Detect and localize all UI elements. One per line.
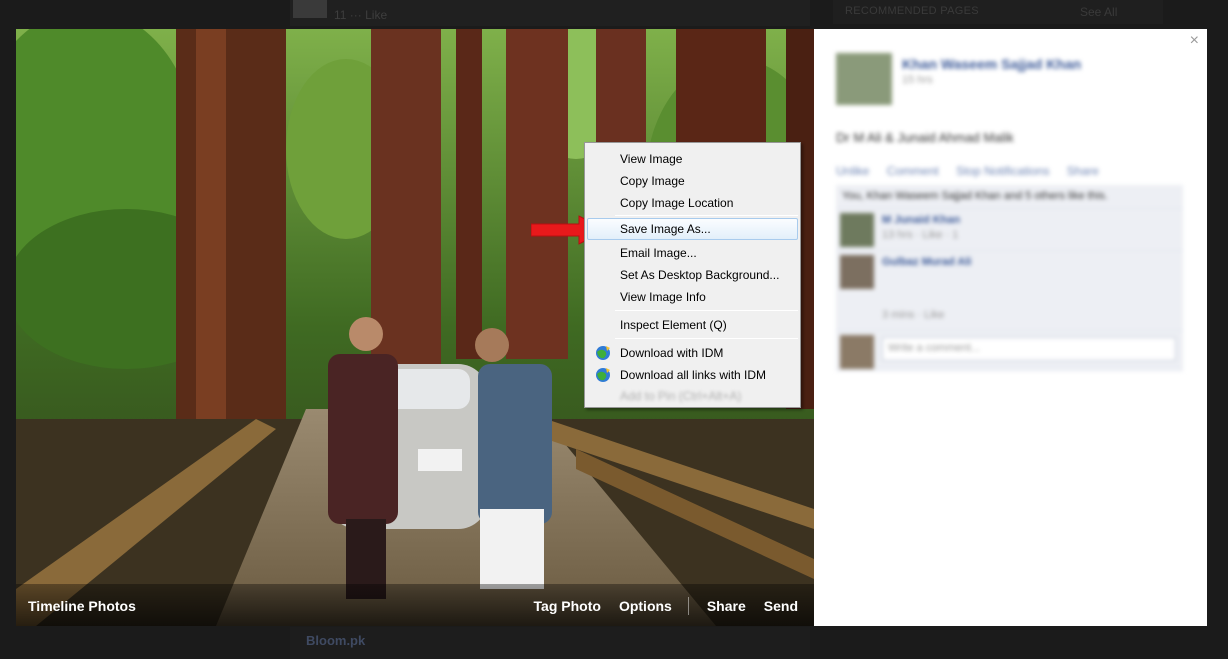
menu-download-all-links-idm[interactable]: Download all links with IDM xyxy=(587,364,798,386)
menu-email-image[interactable]: Email Image... xyxy=(587,242,798,264)
comment-meta: 3 mins · Like xyxy=(882,309,945,321)
options-button[interactable]: Options xyxy=(619,598,672,614)
post-caption: Dr M Ali & Junaid Ahmad Malik xyxy=(836,130,1014,145)
photo-actions: Tag Photo Options Share Send xyxy=(516,597,798,615)
commenter-name[interactable]: Gulbaz Murad Ali xyxy=(882,256,971,268)
poster-avatar[interactable] xyxy=(836,53,892,105)
unlike-link[interactable]: Unlike xyxy=(836,164,869,178)
menu-copy-image-location[interactable]: Copy Image Location xyxy=(587,192,798,214)
background-avatar xyxy=(293,0,327,18)
menu-download-with-idm[interactable]: Download with IDM xyxy=(587,342,798,364)
photo-action-bar: Timeline Photos Tag Photo Options Share … xyxy=(16,584,814,626)
action-divider xyxy=(687,597,689,615)
background-post-title[interactable]: Bloom.pk xyxy=(306,633,365,648)
commenter-avatar[interactable] xyxy=(840,255,874,289)
menu-download-with-idm-label: Download with IDM xyxy=(620,346,724,360)
menu-set-desktop-background[interactable]: Set As Desktop Background... xyxy=(587,264,798,286)
menu-copy-image[interactable]: Copy Image xyxy=(587,170,798,192)
menu-download-all-links-idm-label: Download all links with IDM xyxy=(620,368,767,382)
see-all-link[interactable]: See All xyxy=(1080,5,1117,19)
menu-inspect-element[interactable]: Inspect Element (Q) xyxy=(587,314,798,336)
comment-meta: 13 hrs · Like · 1 xyxy=(882,229,959,241)
background-post-likes: 11 ··· Like xyxy=(334,8,388,22)
close-icon[interactable]: × xyxy=(1190,32,1199,50)
write-comment-row: Write a comment... xyxy=(836,331,1183,371)
commenter-name[interactable]: M Junaid Khan xyxy=(882,214,960,226)
menu-view-image[interactable]: View Image xyxy=(587,148,798,170)
post-time: 15 hrs xyxy=(902,74,933,86)
share-link[interactable]: Share xyxy=(1067,164,1099,178)
share-button[interactable]: Share xyxy=(707,598,746,614)
comments-box: You, Khan Waseem Sajjad Khan and 5 other… xyxy=(836,185,1183,371)
tag-photo-button[interactable]: Tag Photo xyxy=(534,598,601,614)
poster-name[interactable]: Khan Waseem Sajjad Khan xyxy=(902,56,1081,72)
menu-separator xyxy=(615,215,798,216)
menu-save-image-as[interactable]: Save Image As... xyxy=(587,218,798,240)
menu-view-image-info[interactable]: View Image Info xyxy=(587,286,798,308)
recommended-pages-title: RECOMMENDED PAGES xyxy=(845,5,979,17)
comment-item: M Junaid Khan 13 hrs · Like · 1 xyxy=(836,209,1183,251)
idm-globe-icon xyxy=(596,346,610,360)
comment-link[interactable]: Comment xyxy=(887,164,939,178)
context-menu: View Image Copy Image Copy Image Locatio… xyxy=(584,142,801,408)
stop-notifications-link[interactable]: Stop Notifications xyxy=(956,164,1049,178)
my-avatar xyxy=(840,335,874,369)
album-title[interactable]: Timeline Photos xyxy=(28,598,136,614)
post-actions: Unlike Comment Stop Notifications Share xyxy=(836,164,1113,178)
menu-separator xyxy=(615,338,798,339)
likes-summary: You, Khan Waseem Sajjad Khan and 5 other… xyxy=(836,185,1183,209)
menu-blurred-item[interactable]: Add to Pin (Ctrl+Alt+A) xyxy=(620,389,741,403)
idm-globe-icon xyxy=(596,368,610,382)
background-bottom-post xyxy=(290,627,810,659)
send-button[interactable]: Send xyxy=(764,598,798,614)
comment-item: Gulbaz Murad Ali 3 mins · Like xyxy=(836,251,1183,331)
menu-separator xyxy=(615,310,798,311)
commenter-avatar[interactable] xyxy=(840,213,874,247)
comment-placeholder: Write a comment... xyxy=(888,342,981,354)
photo-side-panel: × Khan Waseem Sajjad Khan 15 hrs Dr M Al… xyxy=(814,29,1207,626)
